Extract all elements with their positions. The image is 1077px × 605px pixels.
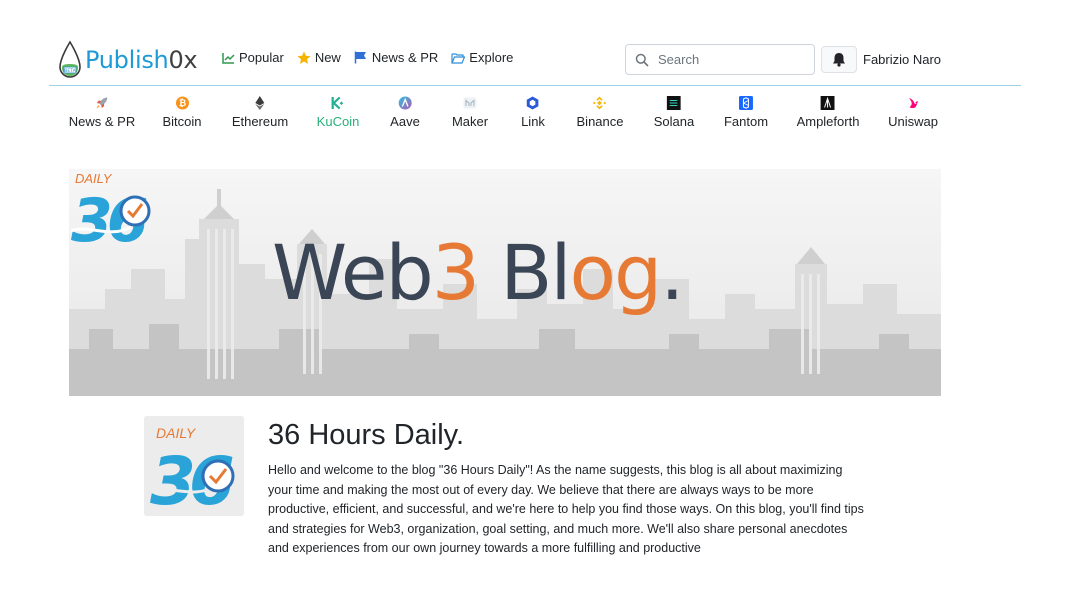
blog-banner: Web3 Blog. DAILY 36 [69, 169, 941, 396]
top-header: BETA Publish0x Popular New News & PR Exp… [49, 36, 1021, 86]
solana-icon [666, 96, 681, 110]
category-label: Uniswap [888, 114, 938, 129]
blog-avatar[interactable]: DAILY 36 [144, 416, 244, 516]
flag-icon [354, 51, 368, 65]
svg-text:BETA: BETA [64, 68, 76, 74]
svg-text:DAILY: DAILY [156, 425, 197, 441]
category-aave[interactable]: Aave [390, 96, 420, 129]
logo-drop-icon: BETA [59, 40, 81, 78]
nav-new[interactable]: New [297, 50, 341, 65]
logo-text-publish: Publish [85, 46, 169, 74]
maker-icon [463, 96, 477, 110]
category-ethereum[interactable]: Ethereum [232, 96, 288, 129]
daily-36-logo: DAILY 36 [70, 171, 153, 251]
category-label: Binance [576, 114, 624, 129]
category-label: Fantom [723, 114, 769, 129]
ethereum-icon [253, 96, 267, 110]
category-label: Maker [451, 114, 489, 129]
category-label: Ethereum [231, 114, 289, 129]
search-box [625, 44, 815, 75]
category-label: Solana [653, 114, 695, 129]
category-label: KuCoin [316, 114, 360, 129]
category-solana[interactable]: Solana [654, 96, 694, 129]
banner-title: Web3 Blog. [272, 228, 684, 317]
kucoin-icon [331, 96, 345, 110]
site-logo[interactable]: BETA Publish0x [57, 40, 198, 80]
search-input[interactable] [658, 52, 808, 67]
svg-text:₿: ₿ [178, 98, 185, 109]
category-label: Aave [390, 114, 420, 129]
category-bar: News & PR ₿ Bitcoin Ethereum KuCoin Aave… [0, 96, 1077, 132]
category-label: Link [521, 114, 545, 129]
category-kucoin[interactable]: KuCoin [316, 96, 360, 129]
fantom-icon [738, 96, 753, 110]
nav-explore[interactable]: Explore [451, 50, 513, 65]
daily-36-avatar-logo: DAILY 36 [144, 416, 244, 516]
nav-news-pr-label: News & PR [371, 50, 439, 65]
category-label: Ampleforth [796, 114, 860, 129]
nav-new-label: New [314, 50, 341, 65]
category-bitcoin[interactable]: ₿ Bitcoin [162, 96, 202, 129]
uniswap-icon [906, 96, 920, 110]
aave-icon [398, 96, 412, 110]
category-label: News & PR [68, 114, 136, 129]
category-link[interactable]: Link [521, 96, 545, 129]
chart-line-icon [221, 51, 235, 65]
blog-description: Hello and welcome to the blog "36 Hours … [268, 463, 864, 555]
category-news-pr[interactable]: News & PR [69, 96, 135, 129]
user-name[interactable]: Fabrizio Naro [863, 52, 941, 67]
category-ampleforth[interactable]: Ampleforth [796, 96, 860, 129]
logo-text-0x: 0x [168, 46, 198, 74]
ampleforth-icon [821, 96, 835, 110]
rocket-icon [95, 96, 109, 110]
category-uniswap[interactable]: Uniswap [888, 96, 938, 129]
nav-popular[interactable]: Popular [221, 50, 284, 65]
nav-explore-label: Explore [469, 50, 514, 65]
category-binance[interactable]: Binance [576, 96, 624, 129]
folder-open-icon [451, 51, 466, 65]
search-icon [635, 53, 649, 67]
star-icon [297, 51, 311, 65]
svg-text:DAILY: DAILY [75, 171, 113, 186]
notifications-button[interactable] [821, 46, 857, 73]
nav-popular-label: Popular [239, 50, 284, 65]
category-maker[interactable]: Maker [452, 96, 488, 129]
bitcoin-icon: ₿ [175, 96, 189, 110]
binance-icon [593, 96, 607, 110]
nav-news-pr[interactable]: News & PR [354, 50, 438, 65]
category-fantom[interactable]: Fantom [724, 96, 768, 129]
category-label: Bitcoin [162, 114, 202, 129]
chainlink-icon [526, 96, 540, 110]
blog-title: 36 Hours Daily. [268, 419, 465, 451]
top-nav: Popular New News & PR Explore [221, 50, 513, 65]
bell-icon [833, 53, 845, 67]
